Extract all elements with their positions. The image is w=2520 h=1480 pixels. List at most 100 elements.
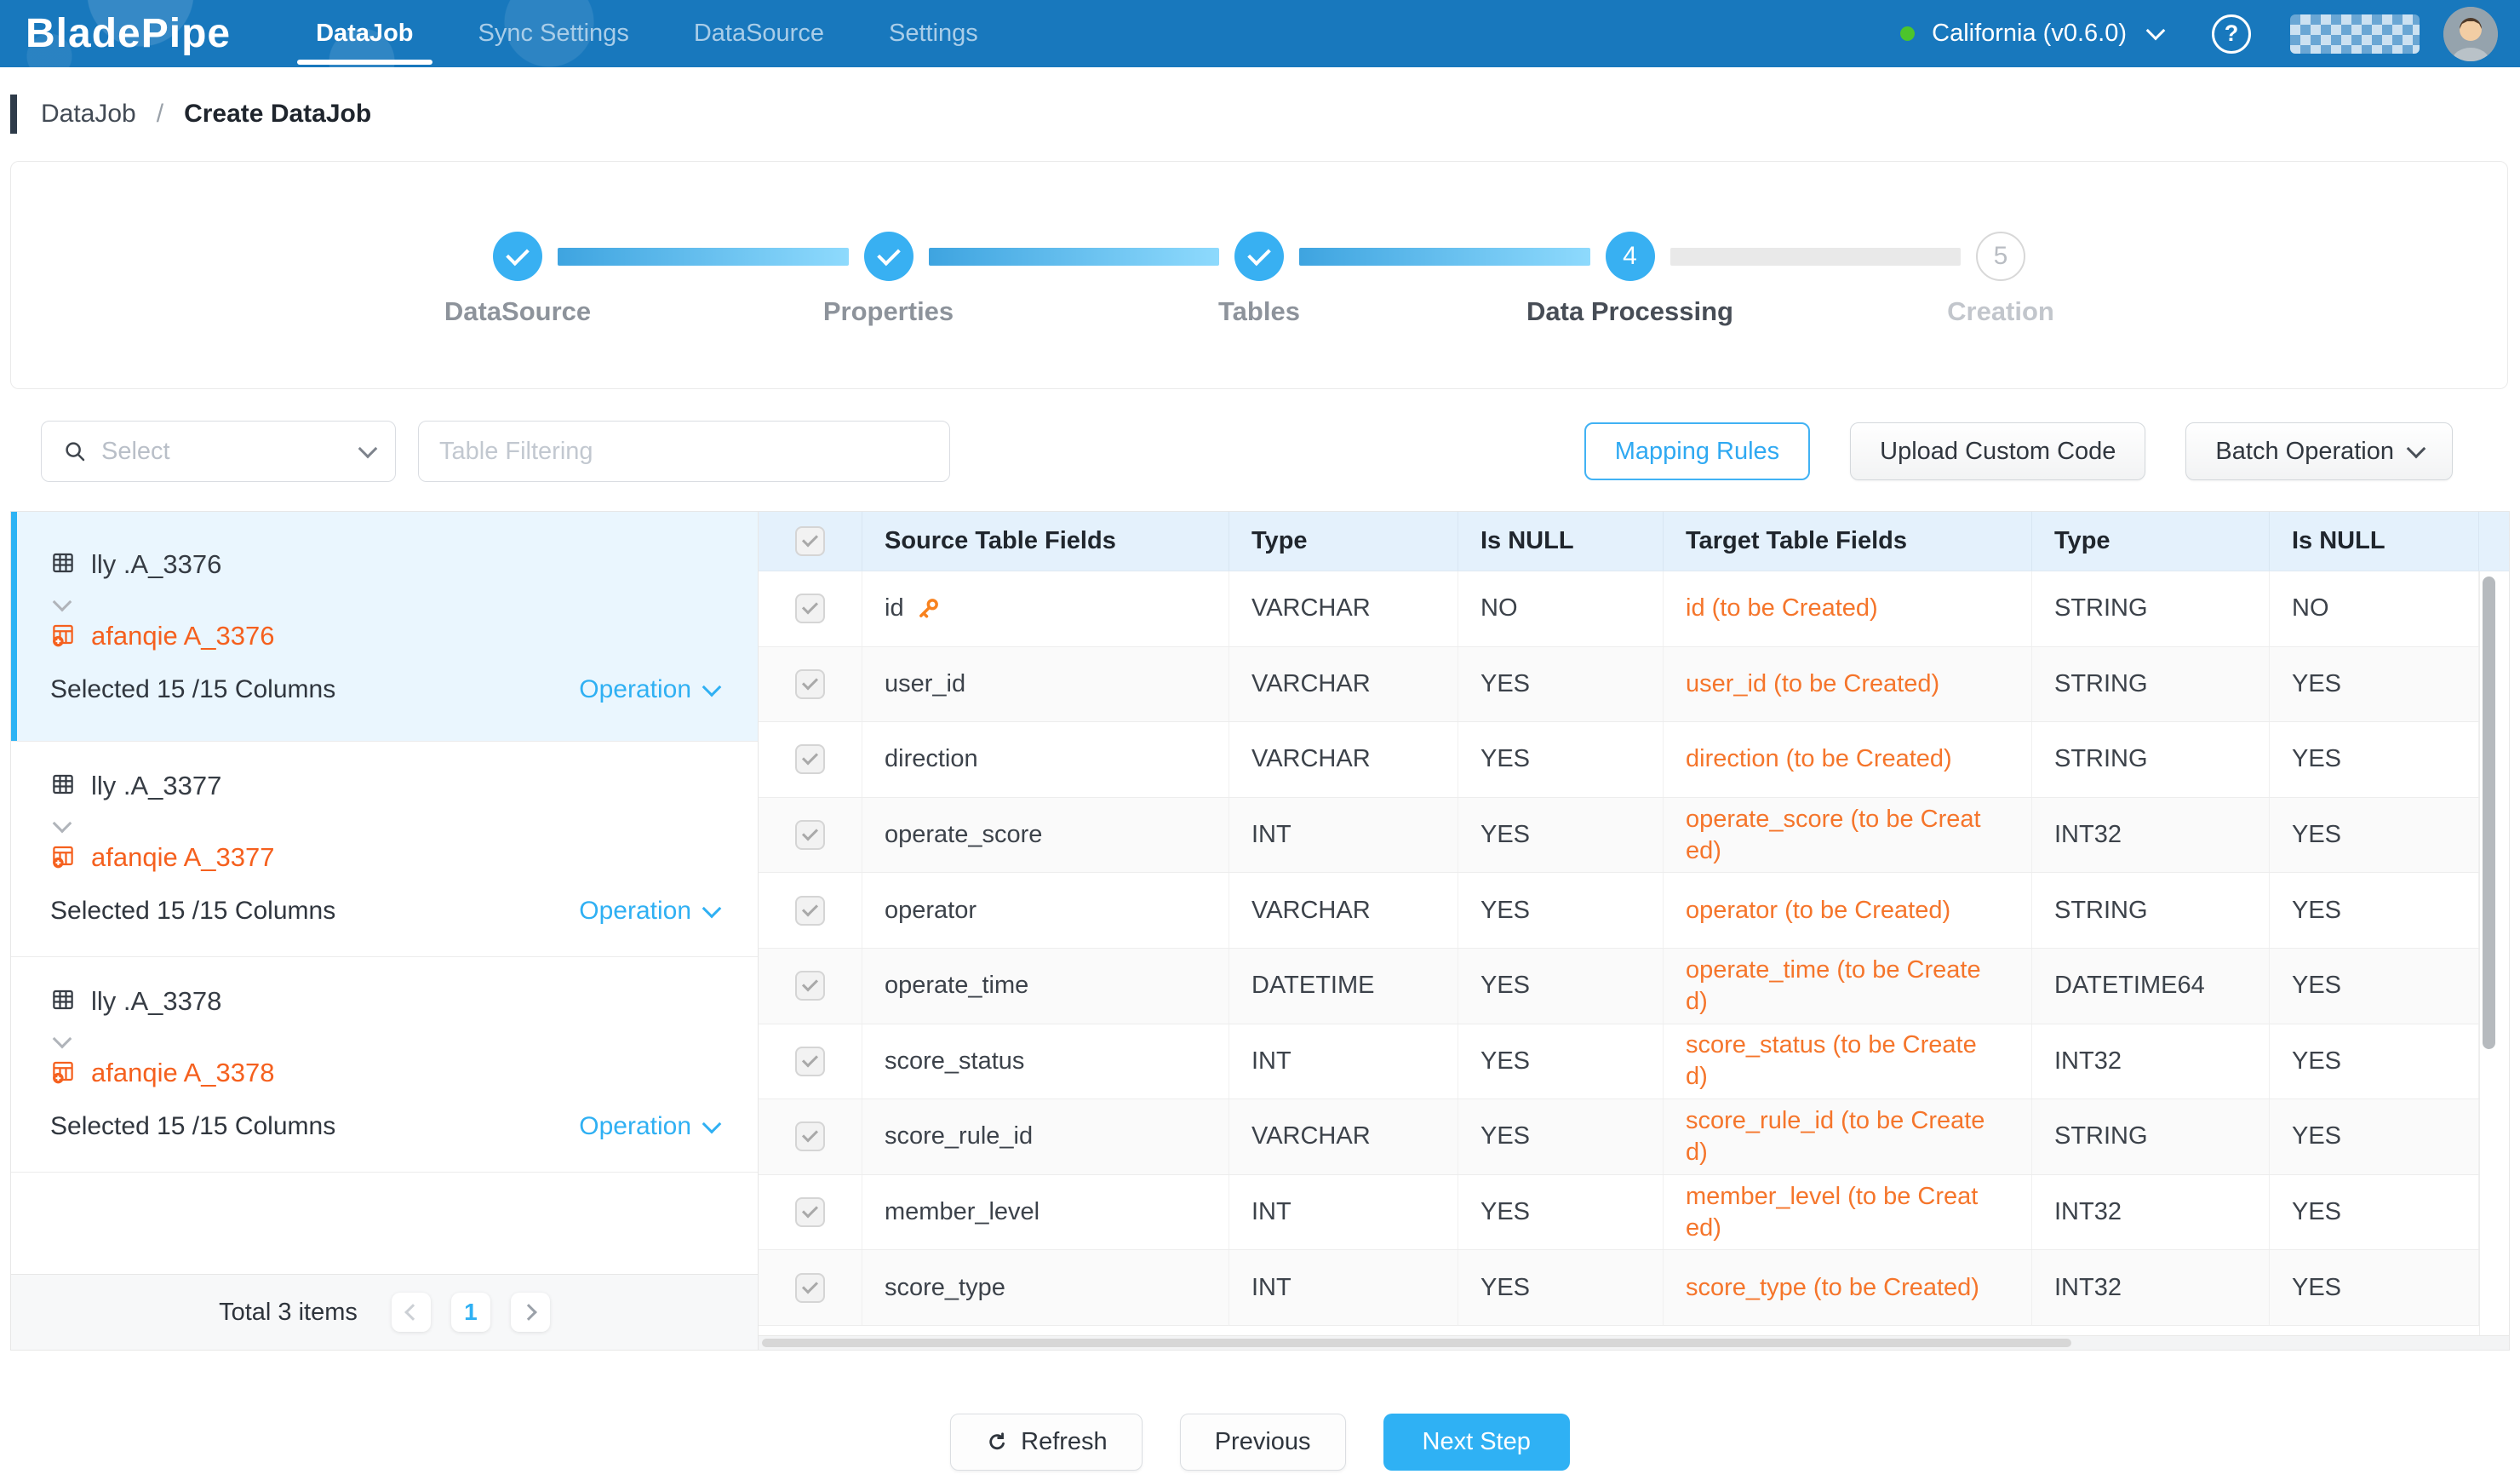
check-icon — [877, 242, 901, 266]
row-checkbox[interactable] — [795, 1197, 825, 1227]
source-field-type: VARCHAR — [1229, 873, 1458, 948]
next-step-button[interactable]: Next Step — [1383, 1414, 1570, 1471]
target-field-name: operate_time (to be Created) — [1664, 949, 2032, 1024]
avatar-image — [2443, 7, 2498, 61]
breadcrumb-parent[interactable]: DataJob — [41, 100, 136, 129]
source-field-type: INT — [1229, 798, 1458, 873]
table-pair-item[interactable]: lly .A_3377 afanqie A_3377 Selected 15 /… — [11, 742, 758, 957]
step-connector — [1670, 248, 1962, 266]
table-pair-item[interactable]: lly .A_3376 afanqie A_3376 Selected 15 /… — [11, 512, 758, 742]
batch-operation-button[interactable]: Batch Operation — [2185, 422, 2453, 480]
region-selector[interactable]: California (v0.6.0) — [1932, 20, 2162, 48]
nav-item[interactable]: Settings — [867, 0, 1000, 67]
table-row: operator VARCHAR YES operator (to be Cre… — [759, 873, 2509, 949]
chevron-down-icon — [53, 1030, 72, 1049]
step-connector — [929, 248, 1220, 266]
source-field-name: score_rule_id — [885, 1122, 1033, 1150]
selected-indicator-bar — [11, 512, 17, 741]
nav-item[interactable]: DataJob — [294, 0, 435, 67]
source-field-name: score_type — [885, 1274, 1005, 1302]
nav-item[interactable]: DataSource — [672, 0, 846, 67]
operation-link[interactable]: Operation — [579, 675, 719, 704]
table-filter-input[interactable]: Table Filtering — [418, 421, 950, 482]
vertical-scrollbar-thumb[interactable] — [2483, 577, 2495, 1049]
target-field-type: STRING — [2032, 1099, 2270, 1174]
batch-operation-label: Batch Operation — [2215, 438, 2394, 466]
field-mapping-table: Source Table FieldsTypeIs NULLTarget Tab… — [759, 512, 2509, 1350]
upload-custom-code-button[interactable]: Upload Custom Code — [1850, 422, 2145, 480]
chevron-down-icon — [702, 899, 722, 919]
pagination-next-button[interactable] — [511, 1293, 550, 1332]
operation-link[interactable]: Operation — [579, 1112, 719, 1141]
target-table-create-icon — [50, 622, 76, 651]
source-field-nullable: YES — [1458, 722, 1664, 797]
source-field-name: direction — [885, 745, 978, 773]
row-checkbox[interactable] — [795, 1047, 825, 1076]
source-table-icon — [50, 772, 76, 801]
help-icon[interactable]: ? — [2212, 14, 2251, 54]
row-checkbox[interactable] — [795, 744, 825, 774]
previous-button[interactable]: Previous — [1180, 1414, 1346, 1471]
nav-item-label: DataJob — [316, 20, 413, 48]
selected-columns-info: Selected 15 /15 Columns — [50, 897, 335, 926]
step-circle — [1234, 232, 1284, 281]
source-table-name: lly .A_3378 — [91, 986, 221, 1017]
breadcrumb: DataJob / Create DataJob — [0, 67, 2520, 161]
nav-item-label: Sync Settings — [478, 20, 629, 48]
table-pair-list: lly .A_3376 afanqie A_3376 Selected 15 /… — [11, 512, 758, 1173]
operation-label: Operation — [579, 897, 691, 926]
stepper-step: Tables — [1234, 232, 1284, 281]
primary-key-icon — [916, 597, 940, 621]
refresh-button[interactable]: Refresh — [950, 1414, 1143, 1471]
table-row: operate_score INT YES operate_score (to … — [759, 798, 2509, 874]
target-field-nullable: YES — [2270, 1099, 2479, 1174]
select-placeholder: Select — [101, 438, 361, 466]
target-field-nullable: YES — [2270, 798, 2479, 873]
target-field-type: INT32 — [2032, 1175, 2270, 1250]
target-field-nullable: NO — [2270, 571, 2479, 646]
select-all-checkbox[interactable] — [795, 526, 825, 556]
operation-label: Operation — [579, 1112, 691, 1141]
source-field-type: INT — [1229, 1175, 1458, 1250]
target-field-nullable: YES — [2270, 647, 2479, 722]
step-connector — [1299, 248, 1590, 266]
breadcrumb-accent-bar — [10, 95, 17, 134]
target-field-type: STRING — [2032, 722, 2270, 797]
target-table-name: afanqie A_3377 — [91, 842, 275, 873]
row-checkbox[interactable] — [795, 820, 825, 850]
mapping-rules-button[interactable]: Mapping Rules — [1584, 422, 1810, 480]
row-checkbox[interactable] — [795, 1121, 825, 1151]
table-pair-item[interactable]: lly .A_3378 afanqie A_3378 Selected 15 /… — [11, 957, 758, 1173]
navbar-right: California (v0.6.0) ? — [1900, 7, 2498, 61]
selected-columns-info: Selected 15 /15 Columns — [50, 1112, 335, 1141]
row-checkbox[interactable] — [795, 669, 825, 699]
source-field-nullable: YES — [1458, 798, 1664, 873]
target-field-name: id (to be Created) — [1664, 571, 2032, 646]
avatar[interactable] — [2443, 7, 2498, 61]
pagination-page-1[interactable]: 1 — [451, 1293, 490, 1332]
chevron-right-icon — [520, 1304, 537, 1321]
target-field-type: INT32 — [2032, 1250, 2270, 1325]
row-checkbox[interactable] — [795, 594, 825, 623]
chevron-down-icon — [2407, 439, 2426, 459]
horizontal-scrollbar-thumb[interactable] — [762, 1339, 2071, 1347]
target-field-type: INT32 — [2032, 1024, 2270, 1099]
vertical-scrollbar-track[interactable] — [2479, 571, 2509, 1336]
pagination-prev-button[interactable] — [392, 1293, 431, 1332]
target-table-create-icon — [50, 843, 76, 873]
target-field-name: score_status (to be Created) — [1664, 1024, 2032, 1099]
step-circle — [493, 232, 542, 281]
operation-link[interactable]: Operation — [579, 897, 719, 926]
row-checkbox[interactable] — [795, 1273, 825, 1303]
mapping-select-dropdown[interactable]: Select — [41, 421, 396, 482]
nav-item[interactable]: Sync Settings — [456, 0, 651, 67]
target-field-nullable: YES — [2270, 949, 2479, 1024]
horizontal-scrollbar-track[interactable] — [759, 1335, 2509, 1350]
target-field-nullable: YES — [2270, 1024, 2479, 1099]
stepper-step: DataSource — [493, 232, 542, 281]
target-field-name: direction (to be Created) — [1664, 722, 2032, 797]
row-checkbox[interactable] — [795, 896, 825, 926]
row-checkbox[interactable] — [795, 971, 825, 1001]
target-field-name: member_level (to be Created) — [1664, 1175, 2032, 1250]
toolbar: Select Table Filtering Mapping Rules Upl… — [41, 421, 2453, 482]
